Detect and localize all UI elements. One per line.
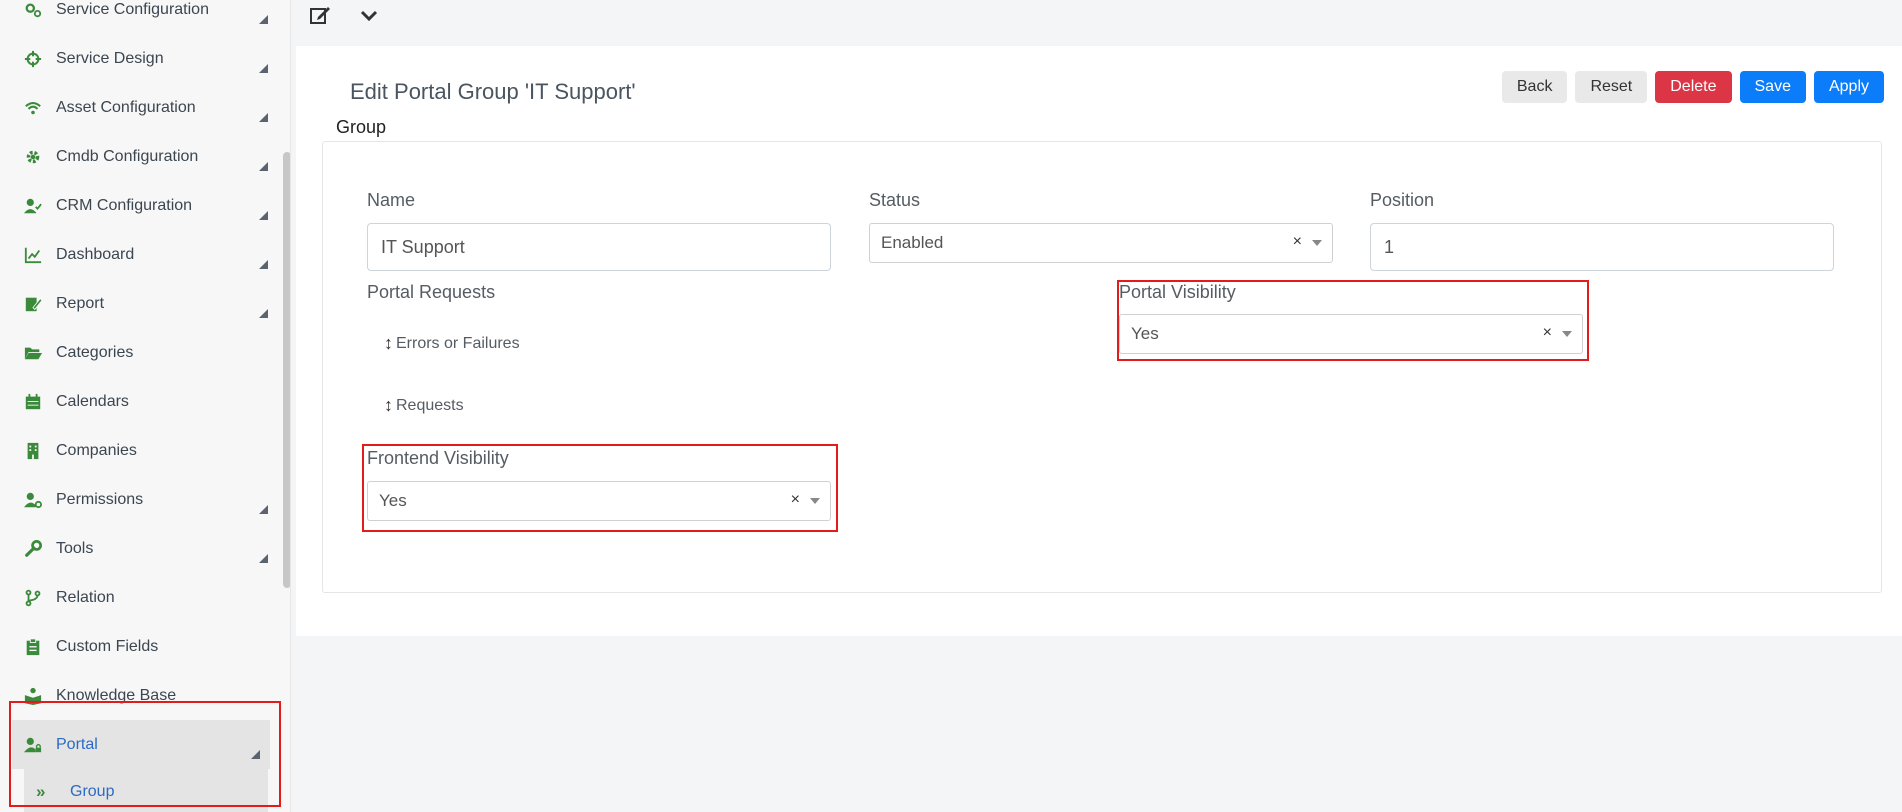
sidebar-nav: Service Configuration Service Design Ass… — [0, 0, 278, 812]
apply-button[interactable]: Apply — [1813, 71, 1884, 103]
expand-triangle-icon[interactable] — [259, 309, 268, 318]
expand-triangle-icon[interactable] — [259, 113, 268, 122]
main-panel: Edit Portal Group 'IT Support' Group Bac… — [296, 46, 1902, 636]
sidebar-item-label: Custom Fields — [56, 637, 159, 655]
sidebar-item-label: Categories — [56, 343, 134, 361]
calendar-icon — [22, 391, 44, 413]
user-cog-icon — [22, 489, 44, 511]
sidebar-item-companies[interactable]: Companies — [0, 426, 278, 475]
name-input[interactable]: IT Support — [367, 223, 831, 271]
expand-triangle-icon[interactable] — [259, 211, 268, 220]
chevron-down-icon[interactable] — [356, 2, 382, 28]
action-buttons: Back Reset Delete Save Apply — [1501, 71, 1884, 103]
sidebar-item-custom-fields[interactable]: Custom Fields — [0, 622, 278, 671]
clear-icon[interactable]: × — [1293, 233, 1302, 251]
sidebar-item-label: Companies — [56, 441, 137, 459]
wrench-icon — [22, 538, 44, 560]
page-title: Edit Portal Group 'IT Support' — [350, 79, 636, 104]
section-label-group: Group — [336, 117, 387, 137]
expand-triangle-icon[interactable] — [259, 15, 268, 24]
clipboard-icon — [22, 636, 44, 658]
portal-request-item[interactable]: ↕ Requests — [384, 395, 464, 416]
expand-triangle-icon[interactable] — [259, 505, 268, 514]
sidebar-item-label: Dashboard — [56, 245, 135, 263]
sidebar-scrollbar[interactable] — [283, 152, 290, 588]
expand-triangle-icon[interactable] — [259, 260, 268, 269]
portal-requests-label: Portal Requests — [367, 282, 496, 302]
sidebar-item-label: Relation — [56, 588, 115, 606]
sidebar-item-crm-configuration[interactable]: CRM Configuration — [0, 181, 278, 230]
save-button[interactable]: Save — [1739, 71, 1806, 103]
portal-request-item-label: Requests — [396, 396, 464, 414]
sidebar-item-permissions[interactable]: Permissions — [0, 475, 278, 524]
sidebar-item-categories[interactable]: Categories — [0, 328, 278, 377]
sidebar-item-calendars[interactable]: Calendars — [0, 377, 278, 426]
sidebar-item-label: Calendars — [56, 392, 129, 410]
status-select[interactable]: Enabled × — [869, 223, 1333, 263]
crosshairs-icon — [22, 48, 44, 70]
highlight-frontend-visibility — [362, 444, 838, 532]
sort-arrows-icon[interactable]: ↕ — [384, 395, 393, 416]
user-check-icon — [22, 195, 44, 217]
sidebar-item-dashboard[interactable]: Dashboard — [0, 230, 278, 279]
caret-down-icon[interactable] — [1312, 240, 1322, 246]
reset-button[interactable]: Reset — [1575, 71, 1648, 103]
position-input[interactable]: 1 — [1370, 223, 1834, 271]
sidebar-item-report[interactable]: Report — [0, 279, 278, 328]
back-button[interactable]: Back — [1501, 71, 1568, 103]
expand-triangle-icon[interactable] — [259, 162, 268, 171]
sidebar: Service Configuration Service Design Ass… — [0, 0, 291, 812]
portal-request-item-label: Errors or Failures — [396, 334, 520, 352]
sidebar-item-label: Asset Configuration — [56, 98, 196, 116]
expand-triangle-icon[interactable] — [259, 554, 268, 563]
sidebar-item-label: Report — [56, 294, 105, 312]
sidebar-item-label: Cmdb Configuration — [56, 147, 199, 165]
name-label: Name — [367, 190, 416, 210]
code-branch-icon — [22, 587, 44, 609]
sidebar-item-cmdb-configuration[interactable]: Cmdb Configuration — [0, 132, 278, 181]
sidebar-item-relation[interactable]: Relation — [0, 573, 278, 622]
wifi-icon — [22, 97, 44, 119]
building-icon — [22, 440, 44, 462]
delete-button[interactable]: Delete — [1655, 71, 1732, 103]
highlight-portal-group — [9, 701, 281, 807]
gear-icon — [22, 146, 44, 168]
sidebar-item-label: Permissions — [56, 490, 144, 508]
folder-open-icon — [22, 342, 44, 364]
sidebar-item-label: Tools — [56, 539, 94, 557]
status-label: Status — [869, 190, 921, 210]
gears-icon — [22, 0, 44, 21]
sidebar-item-asset-configuration[interactable]: Asset Configuration — [0, 83, 278, 132]
line-chart-icon — [22, 244, 44, 266]
portal-request-item[interactable]: ↕ Errors or Failures — [384, 333, 520, 354]
sidebar-item-tools[interactable]: Tools — [0, 524, 278, 573]
status-select-value: Enabled — [881, 233, 944, 252]
sidebar-item-label: Service Design — [56, 49, 164, 67]
position-label: Position — [1370, 190, 1435, 210]
sidebar-item-service-design[interactable]: Service Design — [0, 34, 278, 83]
sort-arrows-icon[interactable]: ↕ — [384, 333, 393, 354]
edit-report-icon — [22, 293, 44, 315]
sidebar-item-label: Service Configuration — [56, 0, 209, 18]
sidebar-item-service-configuration[interactable]: Service Configuration — [0, 0, 278, 34]
edit-icon[interactable] — [307, 2, 333, 28]
expand-triangle-icon[interactable] — [259, 64, 268, 73]
sidebar-item-label: CRM Configuration — [56, 196, 193, 214]
highlight-portal-visibility — [1117, 280, 1589, 361]
